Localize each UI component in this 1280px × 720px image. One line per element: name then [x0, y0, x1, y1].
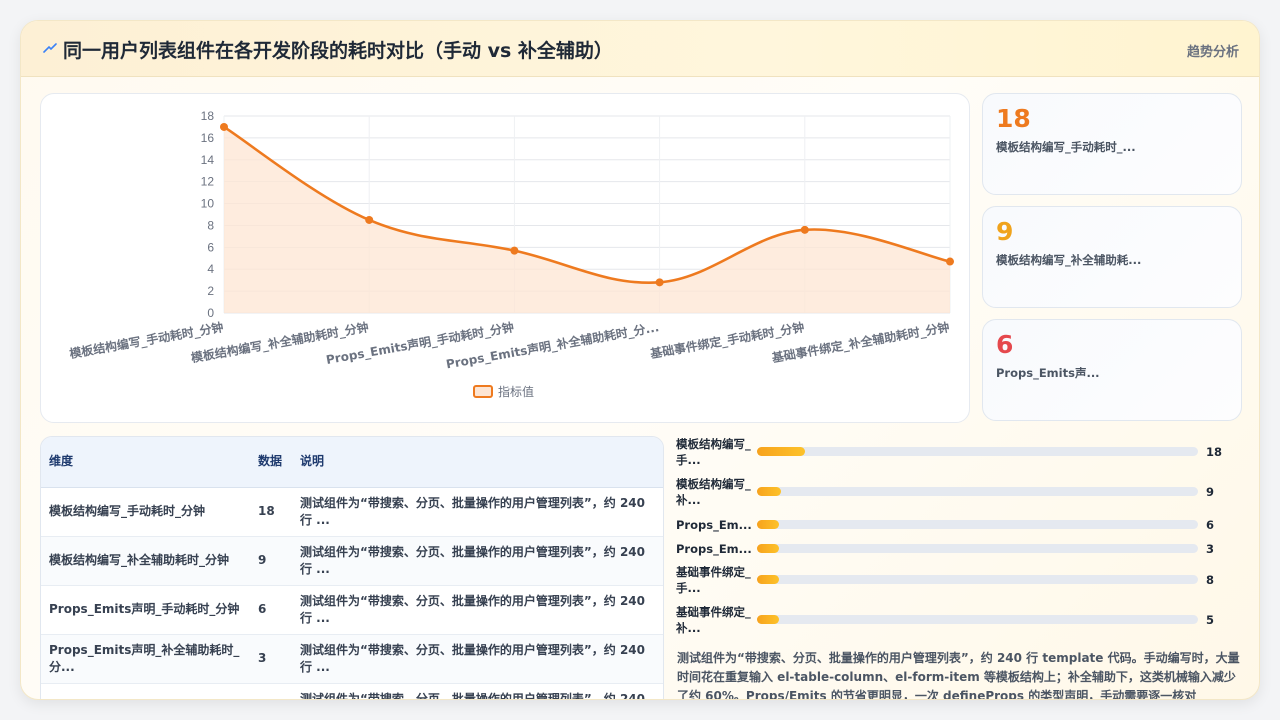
bar-fill — [757, 520, 780, 529]
description-note: 测试组件为“带搜索、分页、批量操作的用户管理列表”，约 240 行 templa… — [677, 651, 1240, 700]
table-header-row: 维度 数据 说明 — [41, 437, 663, 488]
stat-label: 模板结构编写_手动耗时_... — [996, 140, 1136, 154]
line-chart: 024681012141618模板结构编写_手动耗时_分钟模板结构编写_补全辅助… — [68, 109, 954, 399]
data-table: 维度 数据 说明 模板结构编写_手动耗时_分钟 18 测试组件为“带搜索、分页、… — [41, 437, 663, 699]
bar-label: 模板结构编写_补... — [676, 477, 751, 507]
cell-value: 6 — [250, 585, 292, 635]
legend-swatch — [473, 385, 493, 398]
card-header: 同一用户列表组件在各开发阶段的耗时对比（手动 vs 补全辅助） 趋势分析 — [21, 21, 1259, 77]
bar-track — [757, 544, 1198, 553]
bar-value: 8 — [1206, 573, 1215, 587]
stat-value: 9 — [996, 217, 1014, 246]
cell-dimension: Props_Emits声明_手动耗时_分钟 — [41, 585, 250, 635]
y-tick-label: 0 — [207, 306, 214, 320]
y-tick-label: 6 — [207, 240, 214, 254]
stat-label: Props_Emits声... — [996, 366, 1100, 380]
series-area — [224, 126, 950, 313]
cell-value: 18 — [250, 487, 292, 537]
bar-value: 18 — [1206, 445, 1223, 459]
cell-value — [250, 683, 292, 699]
data-point — [510, 246, 519, 255]
stat-value: 6 — [996, 330, 1014, 359]
table-row[interactable]: Props_Emits声明_补全辅助耗时_分... 3 测试组件为“带搜索、分页… — [41, 634, 663, 684]
bar-track — [757, 447, 1198, 456]
bar-label: 基础事件绑定_手... — [676, 565, 751, 595]
bar-label: 模板结构编写_手... — [676, 437, 751, 467]
bar-track — [757, 575, 1198, 584]
cell-value: 9 — [250, 536, 292, 586]
bar-fill — [757, 447, 805, 456]
cell-dimension: 模板结构编写_补全辅助耗时_分钟 — [41, 536, 250, 586]
stat-label: 模板结构编写_补全辅助耗... — [996, 253, 1142, 267]
bar-label: 基础事件绑定_补... — [676, 605, 751, 635]
cell-description: 测试组件为“带搜索、分页、批量操作的用户管理列表”，约 240 行 ... — [292, 683, 663, 699]
bar-value: 6 — [1206, 518, 1215, 532]
column-header-data[interactable]: 数据 — [250, 437, 292, 488]
cell-description: 测试组件为“带搜索、分页、批量操作的用户管理列表”，约 240 行 ... — [292, 585, 663, 635]
cell-dimension: Props_Emits声明_补全辅助耗时_分... — [41, 634, 250, 684]
cell-dimension — [41, 683, 250, 699]
trend-badge: 趋势分析 — [1186, 45, 1239, 60]
y-tick-label: 10 — [201, 197, 215, 211]
bar-label: Props_Em... — [676, 518, 752, 532]
bar-fill — [757, 544, 780, 553]
table-row[interactable]: 模板结构编写_手动耗时_分钟 18 测试组件为“带搜索、分页、批量操作的用户管理… — [41, 487, 663, 537]
data-point — [365, 215, 374, 224]
y-tick-label: 12 — [201, 175, 215, 189]
table-row[interactable]: 测试组件为“带搜索、分页、批量操作的用户管理列表”，约 240 行 ... — [41, 683, 663, 699]
bar-track — [757, 615, 1198, 624]
bar-track — [757, 520, 1198, 529]
y-tick-label: 16 — [201, 131, 215, 145]
cell-description: 测试组件为“带搜索、分页、批量操作的用户管理列表”，约 240 行 ... — [292, 634, 663, 684]
bar-value: 5 — [1206, 613, 1215, 627]
bar-fill — [757, 575, 780, 584]
legend-label: 指标值 — [498, 384, 534, 399]
stat-value: 18 — [996, 104, 1031, 133]
bar-fill — [757, 615, 780, 624]
progress-bar-list: 模板结构编写_手... 18 模板结构编写_补... 9 Props_Em...… — [676, 436, 1246, 646]
data-table-panel: 维度 数据 说明 模板结构编写_手动耗时_分钟 18 测试组件为“带搜索、分页、… — [40, 436, 664, 699]
y-tick-label: 14 — [201, 153, 215, 167]
table-row[interactable]: 模板结构编写_补全辅助耗时_分钟 9 测试组件为“带搜索、分页、批量操作的用户管… — [41, 536, 663, 586]
data-point — [946, 257, 954, 266]
lightning-icon — [43, 43, 57, 53]
bar-value: 9 — [1206, 485, 1215, 499]
y-tick-label: 4 — [207, 262, 214, 276]
bar-value: 3 — [1206, 542, 1215, 556]
cell-description: 测试组件为“带搜索、分页、批量操作的用户管理列表”，约 240 行 ... — [292, 487, 663, 537]
column-header-dimension[interactable]: 维度 — [41, 437, 250, 488]
table-row[interactable]: Props_Emits声明_手动耗时_分钟 6 测试组件为“带搜索、分页、批量操… — [41, 585, 663, 635]
y-tick-label: 8 — [207, 218, 214, 232]
data-point — [655, 278, 664, 287]
cell-dimension: 模板结构编写_手动耗时_分钟 — [41, 487, 250, 537]
page-title: 同一用户列表组件在各开发阶段的耗时对比（手动 vs 补全辅助） — [63, 40, 613, 62]
data-point — [800, 225, 809, 234]
column-header-description[interactable]: 说明 — [292, 437, 663, 488]
bar-fill — [757, 487, 781, 496]
dashboard-card: 同一用户列表组件在各开发阶段的耗时对比（手动 vs 补全辅助） 趋势分析 0 2 4… — [20, 20, 1260, 700]
y-tick-label: 2 — [207, 284, 214, 298]
cell-description: 测试组件为“带搜索、分页、批量操作的用户管理列表”，约 240 行 ... — [292, 536, 663, 586]
data-point — [220, 122, 228, 131]
y-tick-label: 18 — [201, 109, 215, 123]
bar-track — [757, 487, 1198, 496]
cell-value: 3 — [250, 634, 292, 684]
stat-card-3: 6 Props_Emits声... — [982, 319, 1242, 421]
bar-label: Props_Em... — [676, 542, 752, 556]
line-chart-panel: 0 2 4 6 8 10 12 14 16 18 模板结构编写_手动耗时_分钟 模板结构编写_补全辅助… — [40, 93, 970, 423]
stat-card-2: 9 模板结构编写_补全辅助耗... — [982, 206, 1242, 308]
stat-card-1: 18 模板结构编写_手动耗时_... — [982, 93, 1242, 195]
